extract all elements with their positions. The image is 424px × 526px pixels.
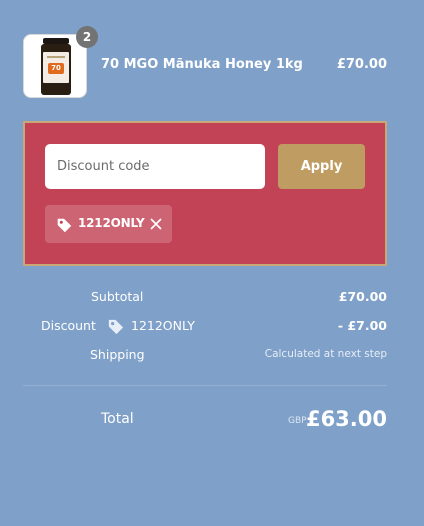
- discount-label: Discount: [41, 318, 96, 333]
- apply-button[interactable]: Apply: [278, 144, 365, 189]
- jar-label-number: 70: [48, 63, 64, 74]
- tag-icon: [57, 218, 72, 233]
- summary-divider: [23, 385, 387, 386]
- total-value: £63.00: [305, 407, 387, 431]
- subtotal-row: Subtotal £70.00: [23, 289, 387, 309]
- cart-line-item: 70 2 70 MGO Mānuka Honey 1kg £70.00: [23, 26, 387, 98]
- shipping-row: Shipping Calculated at next step: [23, 347, 387, 367]
- total-label: Total: [101, 411, 134, 427]
- discount-code-input[interactable]: [45, 144, 265, 189]
- product-price: £70.00: [336, 57, 387, 72]
- discount-row: Discount 1212ONLY - £7.00: [23, 318, 387, 338]
- discount-value: - £7.00: [337, 318, 387, 333]
- honey-jar-image: 70: [41, 38, 71, 95]
- subtotal-label: Subtotal: [91, 289, 144, 304]
- applied-discount-code: 1212ONLY: [78, 216, 145, 230]
- discount-panel: Apply 1212ONLY: [23, 121, 387, 266]
- tag-icon: [108, 319, 124, 335]
- jar-label-band: [47, 56, 65, 58]
- currency-code: GBP: [288, 416, 307, 426]
- discount-code: 1212ONLY: [131, 318, 195, 333]
- product-thumbnail: 70 2: [23, 26, 98, 98]
- applied-discount-tag: 1212ONLY: [45, 205, 172, 243]
- shipping-value: Calculated at next step: [264, 348, 387, 360]
- close-icon[interactable]: [149, 217, 163, 231]
- shipping-label: Shipping: [90, 347, 145, 362]
- jar-label: 70: [43, 52, 69, 83]
- subtotal-value: £70.00: [338, 289, 387, 304]
- quantity-badge: 2: [76, 26, 98, 48]
- product-name: 70 MGO Mānuka Honey 1kg: [101, 57, 303, 72]
